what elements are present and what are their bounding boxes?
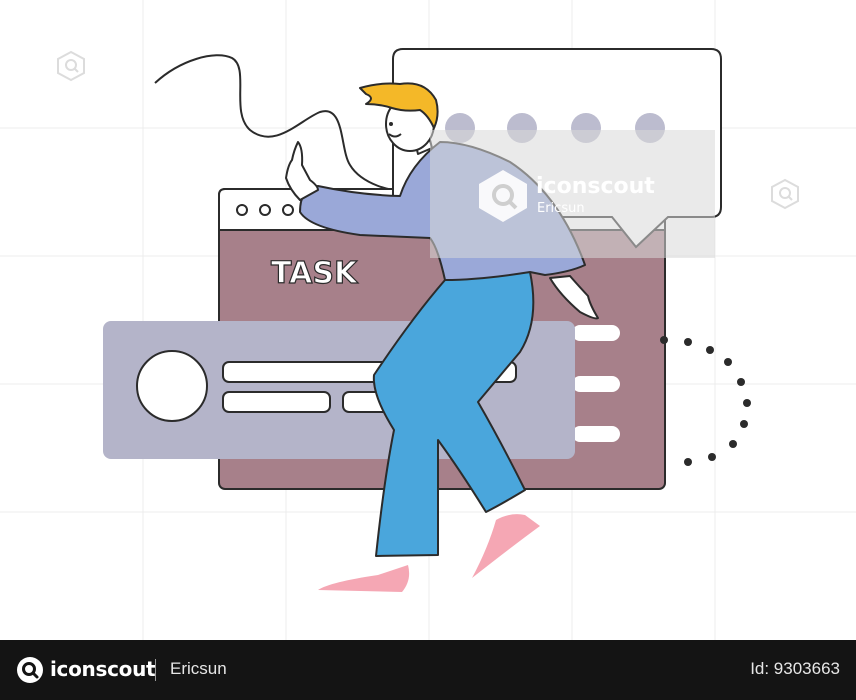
watermark-mark-left-icon	[57, 50, 85, 82]
front-shoe	[472, 514, 540, 578]
card-line	[222, 391, 331, 413]
illustration-canvas: TASK iconscout Ericsun	[0, 0, 856, 640]
task-line	[572, 325, 620, 341]
footer-bar: iconscout Ericsun Id: 9303663	[0, 640, 856, 700]
task-line	[572, 376, 620, 392]
watermark-mark-right-icon	[771, 178, 799, 210]
watermark-brand: iconscout	[536, 174, 655, 199]
wavy-line	[154, 54, 401, 192]
footer-divider	[155, 659, 156, 681]
footer-asset-id: Id: 9303663	[750, 659, 840, 678]
iconscout-logo-icon	[17, 657, 43, 683]
footer-brand[interactable]: iconscout	[50, 657, 156, 681]
window-dot-icon	[236, 204, 248, 216]
watermark-overlay: iconscout Ericsun	[430, 130, 715, 258]
task-line	[572, 426, 620, 442]
back-shoe	[318, 565, 410, 592]
dotted-arc	[660, 336, 751, 466]
window-dot-icon	[259, 204, 271, 216]
window-dot-icon	[282, 204, 294, 216]
footer-author[interactable]: Ericsun	[170, 659, 227, 679]
avatar-placeholder	[136, 350, 208, 422]
task-label: TASK	[271, 256, 359, 291]
eye	[389, 122, 393, 126]
watermark-author: Ericsun	[537, 201, 585, 216]
